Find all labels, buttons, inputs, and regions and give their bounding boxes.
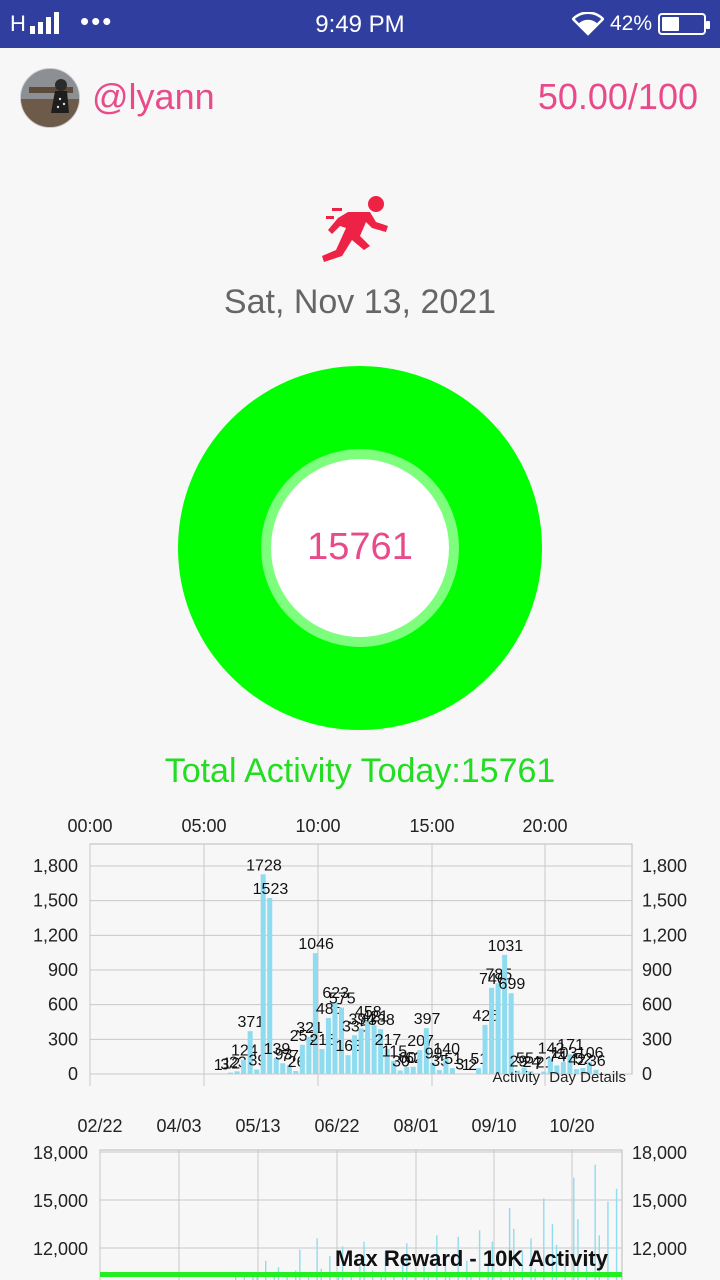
chart2-ytick-right: 12,000 [632,1239,687,1259]
chart1-ytick-right: 900 [642,960,672,980]
chart1-bar[interactable] [358,1028,364,1074]
chart1-bar[interactable] [228,1072,234,1074]
chart1-bar-label: 575 [329,991,356,1008]
chart1-bar[interactable] [345,1055,351,1074]
chart1-bar-label: 699 [499,976,526,993]
chart1-ytick-left: 1,200 [33,925,78,945]
chart1-bar-label: 1728 [246,857,282,874]
chart1-xtick: 20:00 [522,816,567,836]
chart1-bar[interactable] [254,1069,260,1074]
battery-icon [658,13,710,35]
chart2-ytick-left: 12,000 [33,1239,88,1259]
chart1-description: Day Details [549,1069,626,1086]
chart1-ytick-right: 1,500 [642,891,687,911]
chart2-xtick: 08/01 [393,1116,438,1136]
battery-percent: 42% [610,12,653,35]
chart1-bar[interactable] [476,1068,482,1074]
chart1-bar-label: 397 [414,1011,441,1028]
chart1-xtick: 15:00 [409,816,454,836]
chart2-bar[interactable] [615,1188,618,1280]
chart1-ytick-left: 300 [48,1029,78,1049]
chart2-bar[interactable] [265,1260,267,1280]
chart2-limit-label: Max Reward - 10K Activity [335,1246,609,1271]
score-display: 50.00/100 [537,76,698,117]
chart1-ytick-left: 0 [68,1064,78,1084]
chart1-bar[interactable] [410,1066,416,1074]
chart1-bar[interactable] [495,983,501,1074]
avatar-image [21,69,79,127]
chart1-bar[interactable] [417,1050,423,1074]
chart2-ytick-right: 18,000 [632,1143,687,1163]
wifi-icon [572,12,604,36]
chart2-xtick: 05/13 [235,1116,280,1136]
chart1-ytick-left: 1,800 [33,856,78,876]
chart1-bar[interactable] [436,1069,442,1074]
activity-date: Sat, Nov 13, 2021 [223,283,497,321]
chart1-bar[interactable] [404,1067,410,1074]
chart1-bar-label: 371 [238,1014,265,1031]
status-bar: H ••• 9:49 PM 42% [0,0,720,48]
chart1-bar[interactable] [352,1035,358,1074]
chart1-bar-label: 1031 [488,938,524,955]
chart1-bar[interactable] [482,1024,488,1074]
chart1-bar[interactable] [541,1071,547,1074]
chart2-xtick: 10/20 [549,1116,594,1136]
day-activity-chart[interactable]: 1,800 1,800 1,500 1,500 1,200 1,200 900 900 600 6… [0,812,720,1092]
battery-level [662,17,679,31]
chart1-xtick: 05:00 [181,816,226,836]
chart1-bar-label: 216 [309,1032,336,1049]
chart1-ytick-left: 900 [48,960,78,980]
chart1-ytick-right: 300 [642,1029,672,1049]
username[interactable]: @lyann [92,76,215,118]
chart1-bar[interactable] [325,1017,331,1074]
chart1-bar-label: 388 [368,1012,395,1029]
chart1-bar[interactable] [489,987,495,1074]
running-person-icon [322,196,388,262]
chart1-ytick-right: 1,800 [642,856,687,876]
chart1-bar-label: 1046 [298,936,334,953]
chart1-ytick-right: 0 [642,1064,652,1084]
chart1-bar[interactable] [241,1059,247,1074]
chart1-ytick-right: 600 [642,995,672,1015]
chart1-bar[interactable] [449,1068,455,1074]
chart1-ytick-left: 600 [48,995,78,1015]
chart2-xtick: 09/10 [471,1116,516,1136]
chart2-xtick: 04/03 [156,1116,201,1136]
chart1-bar[interactable] [397,1070,403,1074]
chart1-bar[interactable] [293,1070,299,1074]
chart1-bar[interactable] [319,1049,325,1074]
chart1-xtick: 00:00 [67,816,112,836]
chart1-bar[interactable] [234,1071,240,1074]
history-activity-chart[interactable]: 18,000 18,000 15,000 15,000 12,000 12,000 02/2… [0,1108,720,1280]
chart2-xtick: 06/22 [314,1116,359,1136]
total-activity-label: Total Activity Today:15761 [164,752,556,790]
chart2-xtick: 02/22 [77,1116,122,1136]
ring-value: 15761 [307,526,413,568]
chart1-bar-label: 425 [472,1008,499,1025]
chart2-limit-line [100,1272,622,1277]
chart1-ytick-right: 1,200 [642,925,687,945]
chart1-bar[interactable] [502,954,508,1074]
chart1-ytick-left: 1,500 [33,891,78,911]
chart2-ytick-left: 18,000 [33,1143,88,1163]
chart1-bar-label: 36 [588,1053,606,1070]
chart2-ytick-right: 15,000 [632,1191,687,1211]
chart1-bar-label: 163 [335,1038,362,1055]
chart2-ytick-left: 15,000 [33,1191,88,1211]
avatar[interactable] [20,68,80,128]
chart1-xtick: 10:00 [295,816,340,836]
chart1-legend: Activity [492,1069,540,1086]
chart1-bar-label: 1523 [253,881,289,898]
chart1-bar[interactable] [299,1044,305,1074]
